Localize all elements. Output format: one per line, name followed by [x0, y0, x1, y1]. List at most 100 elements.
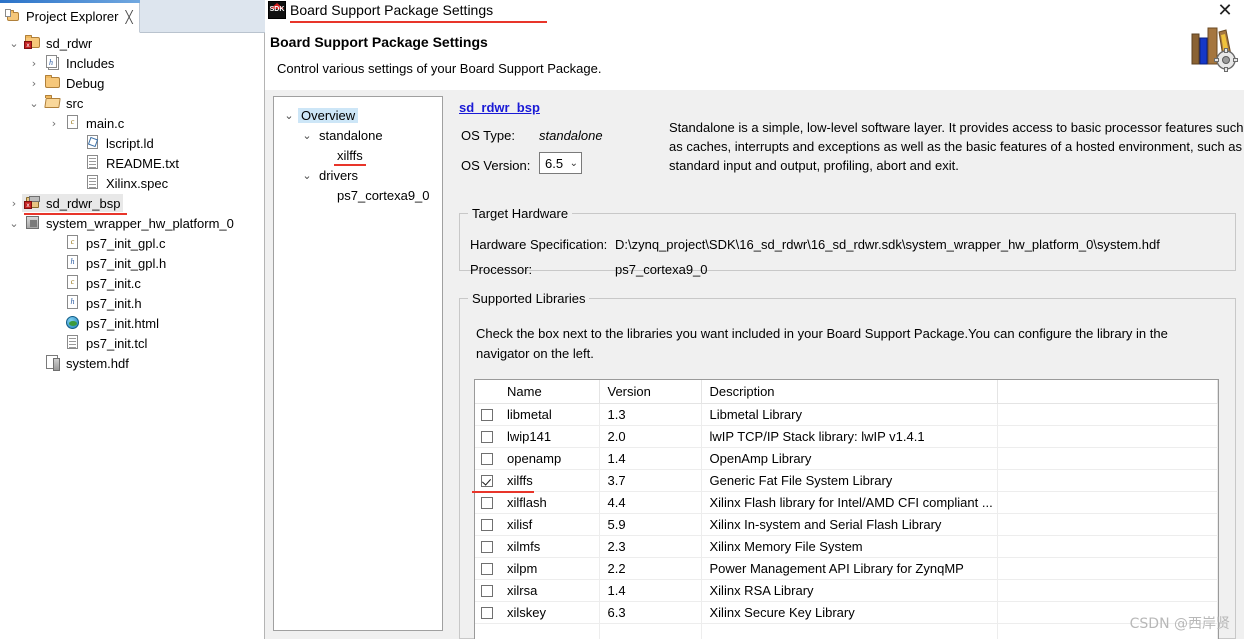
- close-icon[interactable]: ✕: [1214, 1, 1236, 21]
- tree-item-content[interactable]: README.txt: [82, 154, 182, 172]
- library-checkbox-cell[interactable]: [475, 447, 499, 470]
- table-row[interactable]: openamp 1.4 OpenAmp Library: [475, 447, 1218, 470]
- table-row[interactable]: xilisf 5.9 Xilinx In-system and Serial Fla…: [475, 513, 1218, 536]
- tree-item-content[interactable]: c ps7_init_gpl.c: [62, 234, 169, 252]
- checkbox-xilflash[interactable]: [481, 497, 493, 510]
- tree-item-content[interactable]: h Includes: [42, 54, 117, 72]
- bsp-navigator[interactable]: ⌄Overview⌄standalone⌄xilffs⌄drivers⌄ps7_…: [273, 96, 443, 631]
- chevron-down-icon[interactable]: ⌄: [316, 149, 334, 162]
- chevron-right-icon[interactable]: ›: [66, 137, 82, 150]
- chevron-right-icon[interactable]: ›: [26, 57, 42, 70]
- chevron-down-icon[interactable]: ⌄: [298, 169, 316, 182]
- chevron-right-icon[interactable]: ›: [46, 257, 62, 270]
- chevron-right-icon[interactable]: ›: [46, 237, 62, 250]
- table-row[interactable]: lwip141 2.0 lwIP TCP/IP Stack library: lwI…: [475, 425, 1218, 448]
- chevron-right-icon[interactable]: ›: [46, 297, 62, 310]
- library-checkbox-cell[interactable]: [475, 557, 499, 580]
- tree-item-main-c[interactable]: › c main.c: [0, 113, 264, 133]
- tree-item-lscript-ld[interactable]: › lscript.ld: [0, 133, 264, 153]
- tree-item-xilinx-spec[interactable]: › Xilinx.spec: [0, 173, 264, 193]
- tree-item-system-hdf[interactable]: › system.hdf: [0, 353, 264, 373]
- chevron-right-icon[interactable]: ›: [26, 357, 42, 370]
- tree-item-content[interactable]: c ps7_init.c: [62, 274, 144, 292]
- library-checkbox-cell[interactable]: [475, 425, 499, 448]
- project-tree[interactable]: ⌄xsd_rdwr›hIncludes›Debug⌄src›cmain.c›ls…: [0, 33, 264, 373]
- checkbox-lwip141[interactable]: [481, 431, 493, 444]
- tree-item-content[interactable]: Xilinx.spec: [82, 174, 171, 192]
- table-row[interactable]: xilrsa 1.4 Xilinx RSA Library: [475, 579, 1218, 602]
- nav-item-xilffs[interactable]: ⌄xilffs: [274, 145, 442, 166]
- chevron-right-icon[interactable]: ›: [46, 277, 62, 290]
- tree-item-debug[interactable]: › Debug: [0, 73, 264, 93]
- column-header-version[interactable]: Version: [599, 380, 702, 404]
- tree-item-ps7-init-tcl[interactable]: › ps7_init.tcl: [0, 333, 264, 353]
- chevron-down-icon[interactable]: ⌄: [298, 129, 316, 142]
- tree-item-content[interactable]: system.hdf: [42, 354, 132, 372]
- chevron-right-icon[interactable]: ›: [66, 177, 82, 190]
- bsp-name-link[interactable]: sd_rdwr_bsp: [459, 100, 540, 115]
- checkbox-xilskey[interactable]: [481, 607, 493, 620]
- library-checkbox-cell[interactable]: [475, 601, 499, 624]
- library-checkbox-cell[interactable]: [475, 469, 499, 492]
- nav-item-ps7-cortexa9-0[interactable]: ⌄ps7_cortexa9_0: [274, 185, 442, 205]
- chevron-down-icon[interactable]: ⌄: [26, 97, 42, 110]
- tree-item-ps7-init-gpl-c[interactable]: ›cps7_init_gpl.c: [0, 233, 264, 253]
- column-header-blank4[interactable]: [997, 380, 1218, 404]
- tree-item-content[interactable]: x sd_rdwr_bsp: [22, 194, 128, 215]
- tree-item-sd-rdwr[interactable]: ⌄ x sd_rdwr: [0, 33, 264, 53]
- chevron-right-icon[interactable]: ›: [46, 317, 62, 330]
- libraries-table[interactable]: Name Version Description libmetal 1.3 Libmet…: [474, 379, 1219, 639]
- tree-item-src[interactable]: ⌄ src: [0, 93, 264, 113]
- table-row[interactable]: xilskey 6.3 Xilinx Secure Key Library: [475, 601, 1218, 624]
- table-row[interactable]: libmetal 1.3 Libmetal Library: [475, 403, 1218, 426]
- chevron-down-icon[interactable]: ⌄: [316, 189, 334, 202]
- tree-item-content[interactable]: ps7_init.tcl: [62, 334, 150, 352]
- tree-item-content[interactable]: ps7_init.html: [62, 314, 162, 332]
- tree-item-ps7-init-html[interactable]: › ps7_init.html: [0, 313, 264, 333]
- table-row[interactable]: xilffs 3.7 Generic Fat File System Library: [475, 469, 1218, 492]
- chevron-right-icon[interactable]: ›: [46, 117, 62, 130]
- tree-item-ps7-init-h[interactable]: ›hps7_init.h: [0, 293, 264, 313]
- checkbox-xilmfs[interactable]: [481, 541, 493, 554]
- tree-item-content[interactable]: system_wrapper_hw_platform_0: [22, 214, 237, 232]
- nav-item-drivers[interactable]: ⌄ drivers: [274, 165, 442, 185]
- checkbox-openamp[interactable]: [481, 453, 493, 466]
- checkbox-libmetal[interactable]: [481, 409, 493, 422]
- tab-project-explorer[interactable]: Project Explorer ╳: [0, 0, 140, 33]
- tree-item-sd-rdwr-bsp[interactable]: › x sd_rdwr_bsp: [0, 193, 264, 215]
- table-row[interactable]: [475, 623, 1218, 639]
- tree-item-content[interactable]: h ps7_init_gpl.h: [62, 254, 169, 272]
- tree-item-content[interactable]: h ps7_init.h: [62, 294, 145, 312]
- tree-item-content[interactable]: lscript.ld: [82, 134, 157, 152]
- tree-item-content[interactable]: x sd_rdwr: [22, 34, 95, 52]
- chevron-right-icon[interactable]: ›: [26, 77, 42, 90]
- tree-item-content[interactable]: c main.c: [62, 114, 127, 132]
- library-checkbox-cell[interactable]: [475, 513, 499, 536]
- chevron-right-icon[interactable]: ›: [46, 337, 62, 350]
- tree-item-readme-txt[interactable]: › README.txt: [0, 153, 264, 173]
- library-checkbox-cell[interactable]: [475, 491, 499, 514]
- library-checkbox-cell[interactable]: [475, 535, 499, 558]
- checkbox-xilffs[interactable]: [481, 475, 493, 488]
- checkbox-xilisf[interactable]: [481, 519, 493, 532]
- checkbox-xilpm[interactable]: [481, 563, 493, 576]
- library-checkbox-cell[interactable]: [475, 623, 499, 639]
- tree-item-content[interactable]: src: [42, 94, 86, 112]
- chevron-down-icon[interactable]: ⌄: [6, 37, 22, 50]
- checkbox-xilrsa[interactable]: [481, 585, 493, 598]
- tree-item-includes[interactable]: › h Includes: [0, 53, 264, 73]
- library-checkbox-cell[interactable]: [475, 403, 499, 426]
- chevron-down-icon[interactable]: ⌄: [280, 109, 298, 122]
- table-row[interactable]: xilflash 4.4 Xilinx Flash library for Inte…: [475, 491, 1218, 514]
- tree-item-system-wrapper-hw-platform-0[interactable]: ⌄ system_wrapper_hw_platform_0: [0, 213, 264, 233]
- library-checkbox-cell[interactable]: [475, 579, 499, 602]
- tree-item-ps7-init-c[interactable]: ›cps7_init.c: [0, 273, 264, 293]
- table-row[interactable]: xilpm 2.2 Power Management API Library for…: [475, 557, 1218, 580]
- nav-item-standalone[interactable]: ⌄ standalone: [274, 125, 442, 145]
- column-header-description[interactable]: Description: [701, 380, 998, 404]
- table-row[interactable]: xilmfs 2.3 Xilinx Memory File System: [475, 535, 1218, 558]
- tree-item-content[interactable]: Debug: [42, 74, 107, 92]
- nav-item-overview[interactable]: ⌄ Overview: [274, 105, 442, 125]
- close-icon[interactable]: ╳: [125, 11, 132, 23]
- chevron-right-icon[interactable]: ›: [6, 197, 22, 210]
